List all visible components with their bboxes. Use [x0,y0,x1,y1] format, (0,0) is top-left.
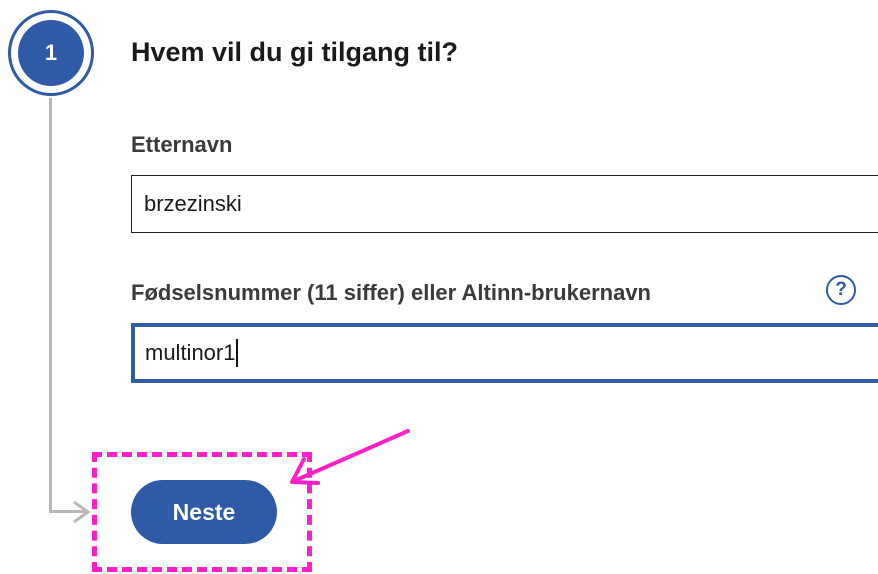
id-input[interactable]: multinor1 [131,323,878,383]
lastname-input-value: brzezinski [144,191,242,216]
id-input-value: multinor1 [145,340,236,365]
lastname-input[interactable]: brzezinski [131,175,878,233]
text-caret [236,339,239,367]
id-label: Fødselsnummer (11 siffer) eller Altinn-b… [131,280,651,305]
annotation-highlight-box [92,452,312,572]
step-title: Hvem vil du gi tilgang til? [131,37,459,67]
step-number: 1 [18,20,84,86]
arrow-right-icon [73,500,91,524]
lastname-label: Etternavn [131,132,233,157]
step-connector-line [49,98,52,513]
step-form-page: 1 Hvem vil du gi tilgang til? Etternavn … [0,0,878,574]
annotation-arrow-icon [290,429,410,485]
step-indicator: 1 [8,10,94,96]
help-icon[interactable]: ? [826,275,856,305]
